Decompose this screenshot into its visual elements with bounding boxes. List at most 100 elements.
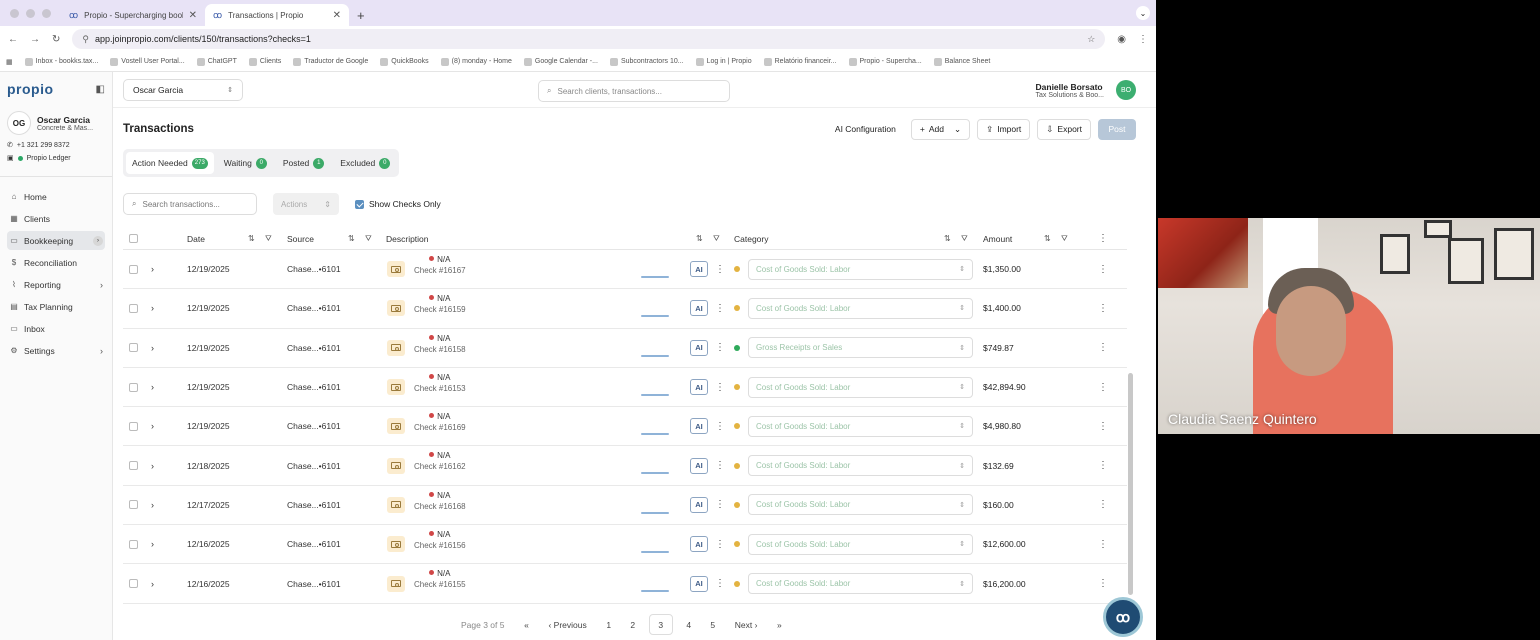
category-select[interactable]: Cost of Goods Sold: Labor ⇕: [748, 533, 973, 555]
next-page-button[interactable]: Next ›: [725, 614, 768, 635]
filter-amount-icon[interactable]: ⛛: [1061, 234, 1068, 244]
filter-category-icon[interactable]: ⛛: [961, 234, 968, 244]
expand-row-icon[interactable]: ›: [151, 500, 154, 510]
propio-assistant-button[interactable]: ꝏ: [1103, 597, 1143, 637]
bookmark-item[interactable]: Inbox - bookks.tax...: [24, 57, 98, 66]
user-avatar[interactable]: BO: [1116, 80, 1136, 100]
page-1-button[interactable]: 1: [597, 614, 621, 635]
page-3-button[interactable]: 3: [648, 614, 673, 635]
client-card[interactable]: OG Oscar Garcia Concrete & Mas...: [7, 111, 105, 135]
category-select[interactable]: Cost of Goods Sold: Labor ⇕: [748, 258, 973, 280]
sidebar-item-clients[interactable]: ▦ Clients: [7, 209, 105, 228]
bookmark-item[interactable]: (8) monday - Home: [440, 57, 512, 66]
table-row[interactable]: › 12/17/2025 Chase...•6101 N/A Check #16…: [123, 486, 1127, 526]
row-menu-icon[interactable]: ⋮: [1098, 303, 1108, 314]
sidebar-item-settings[interactable]: ⚙ Settings ›: [7, 341, 105, 360]
ai-suggest-button[interactable]: AI: [690, 300, 708, 317]
row-options-icon[interactable]: ⋮: [715, 578, 725, 589]
sort-category-icon[interactable]: ⇅: [944, 234, 951, 243]
row-menu-icon[interactable]: ⋮: [1098, 499, 1108, 510]
category-select[interactable]: Cost of Goods Sold: Labor ⇕: [748, 573, 973, 595]
bookmark-item[interactable]: Subcontractors 10...: [609, 57, 684, 66]
row-options-icon[interactable]: ⋮: [715, 421, 725, 432]
table-row[interactable]: › 12/19/2025 Chase...•6101 N/A Check #16…: [123, 250, 1127, 290]
show-checks-checkbox[interactable]: [355, 199, 364, 209]
row-payee[interactable]: N/A: [429, 293, 450, 304]
table-row[interactable]: › 12/19/2025 Chase...•6101 N/A Check #16…: [123, 368, 1127, 408]
previous-page-button[interactable]: ‹ Previous: [538, 614, 596, 635]
row-checkbox[interactable]: [129, 461, 138, 471]
category-select[interactable]: Cost of Goods Sold: Labor ⇕: [748, 297, 973, 319]
row-checkbox[interactable]: [129, 264, 138, 274]
table-row[interactable]: › 12/19/2025 Chase...•6101 N/A Check #16…: [123, 407, 1127, 447]
table-row[interactable]: › 12/19/2025 Chase...•6101 N/A Check #16…: [123, 329, 1127, 368]
site-settings-icon[interactable]: ⚲: [82, 34, 89, 45]
row-menu-icon[interactable]: ⋮: [1098, 342, 1108, 353]
ai-suggest-button[interactable]: AI: [690, 418, 708, 435]
sidebar-item-tax-planning[interactable]: ▤ Tax Planning: [7, 297, 105, 316]
sort-source-icon[interactable]: ⇅: [348, 234, 355, 243]
filter-date-icon[interactable]: ⛛: [265, 234, 272, 244]
bookmark-item[interactable]: Relatório financeir...: [763, 57, 837, 66]
row-checkbox[interactable]: [129, 343, 138, 353]
bookmark-item[interactable]: Clients: [248, 57, 281, 66]
show-checks-only-toggle[interactable]: Show Checks Only: [355, 199, 441, 209]
check-receipt-icon[interactable]: [387, 496, 405, 513]
filter-description-icon[interactable]: ⛛: [713, 234, 720, 244]
row-menu-icon[interactable]: ⋮: [1098, 382, 1108, 393]
apps-icon[interactable]: ▦: [6, 58, 13, 66]
expand-row-icon[interactable]: ›: [151, 264, 154, 274]
expand-row-icon[interactable]: ›: [151, 382, 154, 392]
bookmark-item[interactable]: QuickBooks: [380, 57, 429, 66]
ai-suggest-button[interactable]: AI: [690, 261, 708, 278]
sidebar-item-bookkeeping[interactable]: ▭ Bookkeeping ›: [7, 231, 105, 250]
profile-icon[interactable]: ◉: [1117, 34, 1126, 45]
expand-row-icon[interactable]: ›: [151, 303, 154, 313]
ai-suggest-button[interactable]: AI: [690, 379, 708, 396]
row-options-icon[interactable]: ⋮: [715, 303, 725, 314]
table-scrollbar[interactable]: [1128, 373, 1133, 595]
export-button[interactable]: ⇩ Export: [1037, 118, 1091, 140]
ai-suggest-button[interactable]: AI: [690, 339, 708, 356]
row-checkbox[interactable]: [129, 303, 138, 313]
close-tab-icon[interactable]: ✕: [333, 10, 341, 21]
minimize-window-button[interactable]: [26, 8, 35, 18]
category-select[interactable]: Gross Receipts or Sales ⇕: [748, 337, 973, 359]
actions-dropdown[interactable]: Actions ⇕: [273, 193, 339, 215]
sidebar-item-home[interactable]: ⌂ Home: [7, 187, 105, 206]
row-checkbox[interactable]: [129, 382, 138, 392]
expand-row-icon[interactable]: ›: [151, 343, 154, 353]
page-5-button[interactable]: 5: [701, 614, 725, 635]
user-menu[interactable]: Danielle Borsato Tax Solutions & Boo... B…: [1036, 80, 1136, 100]
client-select[interactable]: Oscar Garcia ⇕: [123, 78, 243, 101]
bookmark-item[interactable]: Google Calendar -...: [523, 57, 598, 66]
filter-source-icon[interactable]: ⛛: [365, 234, 372, 244]
table-row[interactable]: › 12/19/2025 Chase...•6101 N/A Check #16…: [123, 289, 1127, 329]
global-search-input[interactable]: ⌕ Search clients, transactions...: [538, 80, 730, 102]
row-payee[interactable]: N/A: [429, 529, 450, 540]
page-4-button[interactable]: 4: [677, 614, 701, 635]
select-all-checkbox[interactable]: [129, 234, 138, 243]
category-select[interactable]: Cost of Goods Sold: Labor ⇕: [748, 455, 973, 477]
browser-menu-icon[interactable]: ⋮: [1138, 34, 1148, 45]
row-menu-icon[interactable]: ⋮: [1098, 578, 1108, 589]
sidebar-toggle-icon[interactable]: ◧: [96, 84, 105, 95]
row-payee[interactable]: N/A: [429, 254, 450, 265]
row-payee[interactable]: N/A: [429, 411, 450, 422]
check-receipt-icon[interactable]: [387, 339, 405, 356]
sidebar-item-inbox[interactable]: ▭ Inbox: [7, 319, 105, 338]
post-button[interactable]: Post: [1098, 118, 1136, 140]
expand-row-icon[interactable]: ›: [151, 539, 154, 549]
bookmark-star-icon[interactable]: ☆: [1087, 34, 1095, 45]
tab-posted[interactable]: Posted 1: [277, 152, 330, 174]
row-payee[interactable]: N/A: [429, 490, 450, 501]
sidebar-item-reconciliation[interactable]: $ Reconciliation: [7, 253, 105, 272]
expand-row-icon[interactable]: ›: [151, 579, 154, 589]
ai-suggest-button[interactable]: AI: [690, 575, 708, 592]
category-select[interactable]: Cost of Goods Sold: Labor ⇕: [748, 376, 973, 398]
row-options-icon[interactable]: ⋮: [715, 382, 725, 393]
category-select[interactable]: Cost of Goods Sold: Labor ⇕: [748, 494, 973, 516]
transaction-search-input[interactable]: ⌕ Search transactions...: [123, 193, 257, 215]
add-button[interactable]: + Add ⌄: [910, 118, 971, 140]
sidebar-item-reporting[interactable]: ⌇ Reporting ›: [7, 275, 105, 294]
